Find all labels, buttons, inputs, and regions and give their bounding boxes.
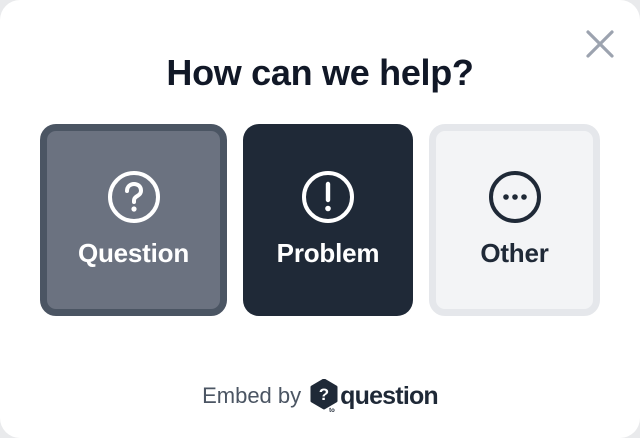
ellipsis-circle-icon xyxy=(488,170,542,224)
question-option[interactable]: Question xyxy=(40,124,227,316)
other-option[interactable]: Other xyxy=(429,124,600,316)
other-option-label: Other xyxy=(480,238,549,268)
embed-by-text: Embed by xyxy=(202,383,302,408)
question-option-label: Question xyxy=(77,238,190,268)
help-options: Question Problem Other xyxy=(40,124,600,316)
modal-title: How can we help? xyxy=(166,52,474,93)
problem-option-label: Problem xyxy=(276,238,380,268)
help-modal: How can we help? Question Problem Other … xyxy=(0,0,640,438)
brand-mark-sub: to xyxy=(329,408,335,413)
embed-footer: Embed by ? to question xyxy=(0,376,640,416)
brand-name: question xyxy=(340,381,439,410)
problem-option[interactable]: Problem xyxy=(243,124,413,316)
question-circle-icon xyxy=(107,170,161,224)
brand-mark-glyph: ? xyxy=(319,385,329,404)
exclamation-circle-icon xyxy=(301,170,355,224)
question-logo-icon: ? to xyxy=(309,378,339,414)
question-brand-link[interactable]: ? to question xyxy=(309,378,439,414)
